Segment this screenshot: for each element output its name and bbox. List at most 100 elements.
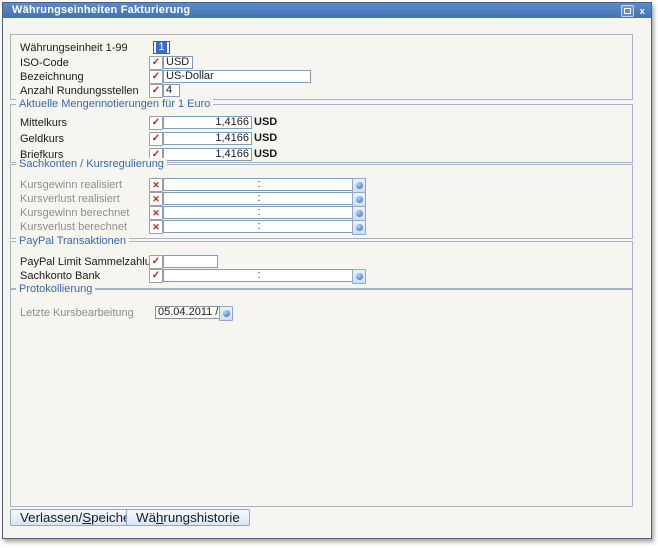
- field-label: Währungseinheit 1-99: [20, 42, 128, 54]
- field-label: Anzahl Rundungsstellen: [20, 85, 139, 97]
- waehrungseinheit-field[interactable]: 1: [153, 41, 170, 54]
- currency-unit-label: USD: [254, 149, 277, 160]
- x-glyph: ✕: [152, 195, 160, 204]
- unset-x-icon[interactable]: ✕: [149, 220, 163, 234]
- dialog-window: Währungseinheiten Fakturierung x Währung…: [2, 2, 652, 539]
- panel-paypal: PayPal Transaktionen PayPal Limit Sammel…: [10, 241, 633, 289]
- kursverlust-berechnet-field[interactable]: :: [163, 220, 355, 233]
- panel-legend: Protokollierung: [16, 283, 95, 295]
- modified-check-icon[interactable]: ✓: [149, 56, 163, 70]
- modified-check-icon[interactable]: ✓: [149, 116, 163, 130]
- check-glyph: ✓: [152, 257, 160, 267]
- bezeichnung-field[interactable]: US-Dollar: [163, 70, 311, 83]
- modified-check-icon[interactable]: ✓: [149, 70, 163, 84]
- field-label: Sachkonto Bank: [20, 270, 100, 282]
- panel-legend: Sachkonten / Kursregulierung: [16, 158, 167, 170]
- account-lookup-button[interactable]: [352, 178, 366, 193]
- mittelkurs-field[interactable]: 1,4166: [163, 116, 252, 129]
- button-label-part: rungshistorie: [163, 510, 239, 525]
- kursgewinn-berechnet-field[interactable]: :: [163, 206, 355, 219]
- field-label: PayPal Limit Sammelzahlung: [20, 256, 163, 268]
- field-label: Kursverlust berechnet: [20, 221, 127, 233]
- button-mnemonic: S: [82, 510, 91, 525]
- form-row: Letzte Kursbearbeitung 05.04.2011 /Di: [11, 306, 632, 320]
- unset-x-icon[interactable]: ✕: [149, 178, 163, 192]
- x-glyph: ✕: [152, 223, 160, 232]
- titlebar[interactable]: Währungseinheiten Fakturierung x: [3, 3, 651, 18]
- form-row: Anzahl Rundungsstellen ✓ 4: [11, 84, 632, 98]
- field-label: ISO-Code: [20, 57, 69, 69]
- field-label: Mittelkurs: [20, 117, 67, 129]
- titlebar-controls: x: [621, 5, 645, 17]
- form-row: Geldkurs ✓ 1,4166 USD: [11, 132, 632, 146]
- window-title: Währungseinheiten Fakturierung: [12, 4, 190, 16]
- panel-protocol: Protokollierung Letzte Kursbearbeitung 0…: [10, 289, 633, 507]
- account-lookup-button[interactable]: [352, 269, 366, 284]
- lookup-icon: [356, 182, 363, 189]
- kursgewinn-realisiert-field[interactable]: :: [163, 178, 355, 191]
- field-label: Bezeichnung: [20, 71, 84, 83]
- form-row: Mittelkurs ✓ 1,4166 USD: [11, 116, 632, 130]
- field-label: Kursgewinn berechnet: [20, 207, 129, 219]
- check-glyph: ✓: [152, 118, 160, 128]
- check-glyph: ✓: [152, 134, 160, 144]
- check-glyph: ✓: [152, 72, 160, 82]
- lookup-icon: [356, 273, 363, 280]
- field-label: Letzte Kursbearbeitung: [20, 307, 134, 319]
- panel-accounts: Sachkonten / Kursregulierung Kursgewinn …: [10, 164, 633, 239]
- kursverlust-realisiert-field[interactable]: :: [163, 192, 355, 205]
- geldkurs-field[interactable]: 1,4166: [163, 132, 252, 145]
- button-label-part: Verlassen/: [20, 510, 82, 525]
- selected-text: 1: [156, 41, 166, 53]
- account-lookup-button[interactable]: [352, 220, 366, 235]
- form-row: Sachkonto Bank ✓ :: [11, 269, 632, 283]
- form-row: Währungseinheit 1-99 1: [11, 41, 632, 55]
- x-glyph: ✕: [152, 181, 160, 190]
- button-label-part: Wä: [136, 510, 156, 525]
- paypal-limit-field[interactable]: [163, 255, 218, 268]
- page: { "window": { "title": "Währungseinheite…: [0, 0, 658, 548]
- panel-basic: Währungseinheit 1-99 1 ISO-Code ✓ USD Be…: [10, 34, 633, 100]
- lookup-icon: [356, 210, 363, 217]
- lookup-icon: [223, 310, 230, 317]
- check-glyph: ✓: [152, 86, 160, 96]
- check-glyph: ✓: [152, 271, 160, 281]
- form-row: PayPal Limit Sammelzahlung ✓: [11, 255, 632, 269]
- form-row: Bezeichnung ✓ US-Dollar: [11, 70, 632, 84]
- field-label: Kursgewinn realisiert: [20, 179, 122, 191]
- iso-code-field[interactable]: USD: [163, 56, 193, 69]
- unset-x-icon[interactable]: ✕: [149, 192, 163, 206]
- form-row: ISO-Code ✓ USD: [11, 56, 632, 70]
- field-label: Geldkurs: [20, 133, 64, 145]
- unset-x-icon[interactable]: ✕: [149, 206, 163, 220]
- letzte-kursbearbeitung-field[interactable]: 05.04.2011 /Di: [155, 306, 222, 319]
- modified-check-icon[interactable]: ✓: [149, 84, 163, 98]
- account-lookup-button[interactable]: [352, 192, 366, 207]
- currency-unit-label: USD: [254, 117, 277, 128]
- panel-legend: PayPal Transaktionen: [16, 235, 129, 247]
- close-button[interactable]: x: [640, 6, 645, 16]
- close-icon: x: [640, 6, 645, 16]
- check-glyph: ✓: [152, 58, 160, 68]
- sachkonto-bank-field[interactable]: :: [163, 269, 355, 282]
- account-lookup-button[interactable]: [352, 206, 366, 221]
- rundungsstellen-field[interactable]: 4: [163, 84, 180, 97]
- form-row: Kursverlust realisiert ✕ :: [11, 192, 632, 206]
- form-row: Kursgewinn berechnet ✕ :: [11, 206, 632, 220]
- restore-icon: [624, 8, 631, 14]
- modified-check-icon[interactable]: ✓: [149, 255, 163, 269]
- panel-legend: Aktuelle Mengennotierungen für 1 Euro: [16, 98, 213, 110]
- date-lookup-button[interactable]: [219, 306, 233, 321]
- form-row: Kursgewinn realisiert ✕ :: [11, 178, 632, 192]
- modified-check-icon[interactable]: ✓: [149, 132, 163, 146]
- waehrungshistorie-button[interactable]: Währungshistorie: [126, 509, 250, 526]
- restore-button[interactable]: [621, 5, 634, 17]
- field-label: Kursverlust realisiert: [20, 193, 120, 205]
- currency-unit-label: USD: [254, 133, 277, 144]
- lookup-icon: [356, 196, 363, 203]
- modified-check-icon[interactable]: ✓: [149, 269, 163, 283]
- x-glyph: ✕: [152, 209, 160, 218]
- lookup-icon: [356, 224, 363, 231]
- briefkurs-field[interactable]: 1,4166: [163, 148, 252, 161]
- form-row: Kursverlust berechnet ✕ :: [11, 220, 632, 234]
